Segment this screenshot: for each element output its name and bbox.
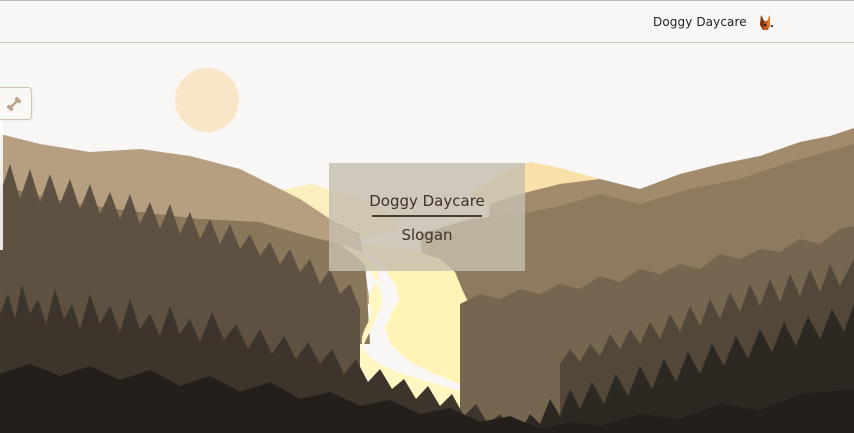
- side-panel-edge: [0, 120, 3, 250]
- top-navbar: Doggy Daycare: [0, 0, 854, 43]
- hero-banner: Doggy Daycare Slogan: [329, 163, 525, 271]
- brand-name-link[interactable]: Doggy Daycare: [653, 15, 747, 29]
- sun-shape: [175, 68, 239, 132]
- bone-icon: [7, 97, 21, 111]
- hero-slogan: Slogan: [401, 226, 453, 244]
- side-panel-toggle-button[interactable]: [0, 87, 32, 120]
- hero-title: Doggy Daycare: [369, 192, 485, 210]
- hero-divider: [372, 215, 482, 217]
- dog-head-icon[interactable]: [755, 13, 775, 33]
